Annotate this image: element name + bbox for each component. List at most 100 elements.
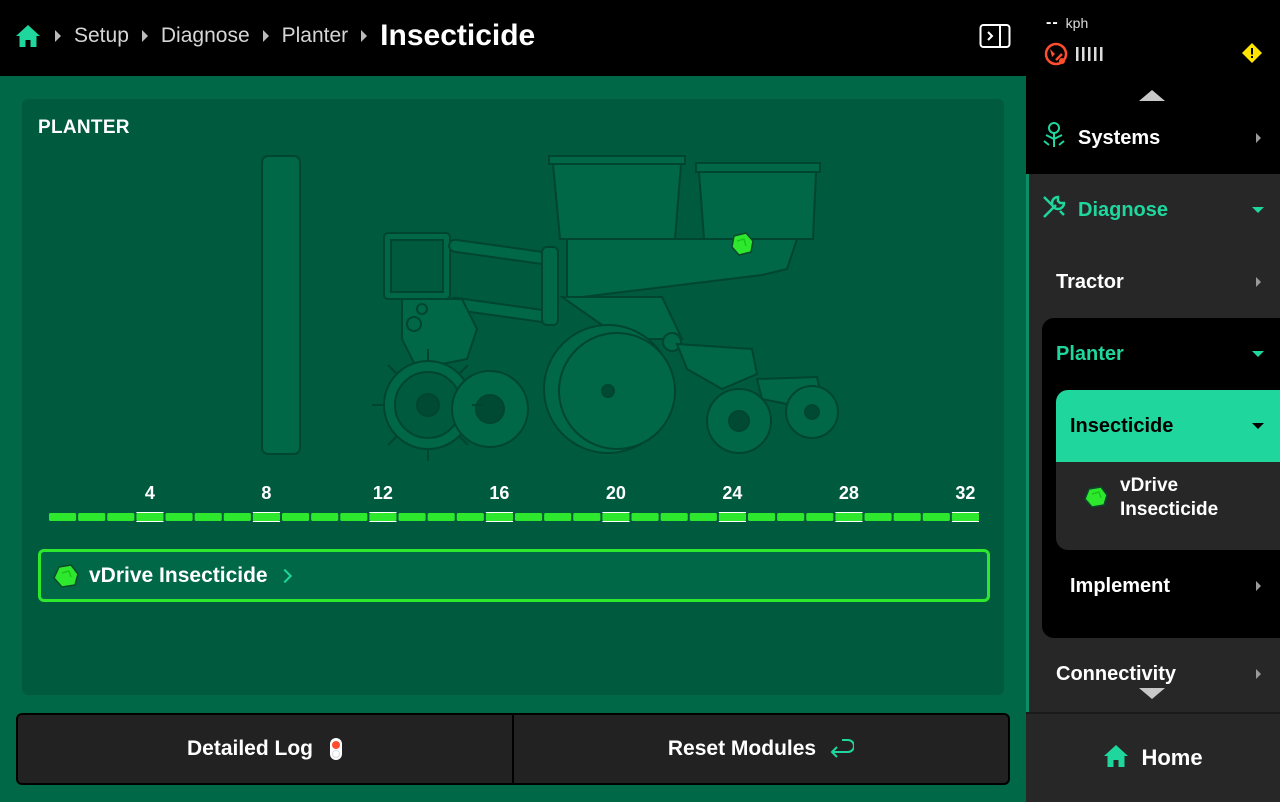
breadcrumb-separator bbox=[141, 30, 148, 42]
detailed-log-button[interactable]: Detailed Log bbox=[16, 713, 514, 785]
row-segment bbox=[718, 513, 747, 521]
sidebar-item-tractor[interactable]: Tractor bbox=[1056, 260, 1280, 304]
row-marker bbox=[252, 512, 281, 513]
row-marker bbox=[485, 512, 514, 513]
row-segment bbox=[806, 513, 834, 521]
row-segment bbox=[369, 513, 397, 521]
sidebar-insecticide-row[interactable]: Insecticide bbox=[1070, 404, 1280, 448]
row-marker bbox=[951, 521, 980, 522]
sidebar-item-diagnose[interactable]: Diagnose bbox=[1040, 188, 1280, 232]
row-marker bbox=[602, 512, 630, 513]
row-segment bbox=[136, 513, 164, 521]
row-marker bbox=[485, 521, 514, 522]
speed-readout: -- kph bbox=[1046, 14, 1088, 32]
row-marker bbox=[136, 512, 164, 513]
row-segment bbox=[282, 513, 310, 521]
breadcrumb-setup[interactable]: Setup bbox=[74, 24, 129, 48]
sidebar-label-vdrive-line1: vDrive bbox=[1120, 475, 1179, 496]
product-row-vdrive-insecticide[interactable]: vDrive Insecticide bbox=[38, 549, 990, 602]
page-title: Insecticide bbox=[380, 19, 536, 52]
breadcrumb-separator bbox=[361, 30, 368, 42]
gps-icon[interactable] bbox=[1043, 41, 1069, 67]
row-segment bbox=[777, 513, 805, 521]
chevron-right-icon bbox=[277, 568, 292, 583]
row-segment bbox=[49, 513, 77, 521]
sidebar-label-diagnose: Diagnose bbox=[1078, 198, 1169, 221]
row-marker bbox=[369, 521, 397, 522]
row-marker bbox=[835, 521, 863, 522]
row-segment bbox=[165, 513, 193, 521]
row-marker bbox=[718, 512, 747, 513]
row-segment bbox=[456, 513, 484, 521]
chevron-down-icon bbox=[1252, 351, 1264, 357]
chevron-right-icon bbox=[1256, 581, 1261, 591]
sidebar-accent-line bbox=[1026, 174, 1029, 712]
sidebar-item-systems[interactable]: Systems bbox=[1040, 116, 1280, 160]
row-number-label: 12 bbox=[372, 483, 393, 503]
green-status-icon bbox=[53, 563, 79, 588]
green-status-icon bbox=[1084, 486, 1108, 514]
speed-value: -- bbox=[1046, 14, 1059, 31]
home-icon[interactable] bbox=[14, 22, 42, 50]
home-button[interactable]: Home bbox=[1026, 712, 1280, 802]
row-segment bbox=[893, 513, 921, 521]
speed-unit: kph bbox=[1065, 15, 1089, 31]
reset-modules-label: Reset Modules bbox=[667, 737, 817, 760]
row-segment bbox=[748, 513, 776, 521]
chevron-down-icon bbox=[1252, 207, 1264, 213]
sidebar-item-planter[interactable]: Planter bbox=[1056, 332, 1280, 376]
row-marker bbox=[369, 512, 397, 513]
row-segment bbox=[573, 513, 601, 521]
breadcrumb-planter[interactable]: Planter bbox=[282, 24, 349, 48]
chevron-right-icon bbox=[1256, 133, 1261, 143]
row-segment bbox=[107, 513, 135, 521]
status-area: -- kph bbox=[1026, 0, 1280, 76]
breadcrumb-separator bbox=[262, 30, 269, 42]
sidebar-label-insecticide: Insecticide bbox=[1070, 414, 1174, 437]
breadcrumb-diagnose[interactable]: Diagnose bbox=[161, 24, 250, 48]
row-number-label: 32 bbox=[955, 483, 976, 503]
reset-modules-button[interactable]: Reset Modules bbox=[512, 713, 1010, 785]
row-marker bbox=[835, 512, 863, 513]
breadcrumb: Setup Diagnose Planter Insecticide bbox=[14, 18, 535, 54]
row-segment bbox=[78, 513, 106, 521]
systems-icon bbox=[1040, 121, 1068, 155]
traffic-light-icon bbox=[329, 737, 343, 761]
row-marker bbox=[718, 521, 747, 522]
chevron-right-icon bbox=[1256, 669, 1261, 679]
row-segment bbox=[602, 513, 630, 521]
row-number-label: 8 bbox=[261, 483, 272, 503]
scroll-up-icon[interactable] bbox=[1139, 90, 1165, 101]
warning-icon[interactable] bbox=[1242, 43, 1262, 63]
row-segment bbox=[544, 513, 572, 521]
scroll-down-icon[interactable] bbox=[1139, 688, 1165, 699]
sidebar-item-implement[interactable]: Implement bbox=[1070, 564, 1280, 608]
row-segment bbox=[835, 513, 863, 521]
row-segment bbox=[689, 513, 717, 521]
row-status-bar[interactable] bbox=[48, 512, 980, 522]
planter-illustration bbox=[261, 155, 839, 461]
planter-panel: PLANTER 4 8 12 16 20 24 28 32 vDrive Ins… bbox=[22, 99, 1004, 695]
row-number-label: 16 bbox=[489, 483, 510, 503]
chevron-right-icon bbox=[1256, 277, 1261, 287]
row-number-label: 24 bbox=[722, 483, 743, 503]
sidebar-label-systems: Systems bbox=[1078, 126, 1161, 149]
row-segment bbox=[223, 513, 251, 521]
sidebar: Systems Diagnose Tractor Planter Insecti… bbox=[1026, 76, 1280, 712]
sidebar-label-tractor: Tractor bbox=[1056, 270, 1124, 293]
row-number-label: 20 bbox=[605, 483, 626, 503]
reset-arrow-icon bbox=[828, 737, 855, 761]
row-segment bbox=[485, 513, 514, 521]
row-marker bbox=[951, 512, 980, 513]
panel-toggle-icon[interactable] bbox=[979, 22, 1011, 50]
row-segment bbox=[252, 513, 281, 521]
sidebar-item-connectivity[interactable]: Connectivity bbox=[1056, 652, 1280, 696]
breadcrumb-separator bbox=[55, 30, 61, 42]
row-number-label: 4 bbox=[144, 483, 155, 503]
row-marker bbox=[252, 521, 281, 522]
home-icon bbox=[1103, 744, 1129, 773]
home-button-label: Home bbox=[1141, 745, 1203, 770]
sidebar-item-vdrive-insecticide[interactable]: vDrive Insecticide bbox=[1084, 474, 1274, 522]
sidebar-label-connectivity: Connectivity bbox=[1056, 662, 1177, 685]
sidebar-label-vdrive: vDrive Insecticide bbox=[1120, 474, 1218, 522]
